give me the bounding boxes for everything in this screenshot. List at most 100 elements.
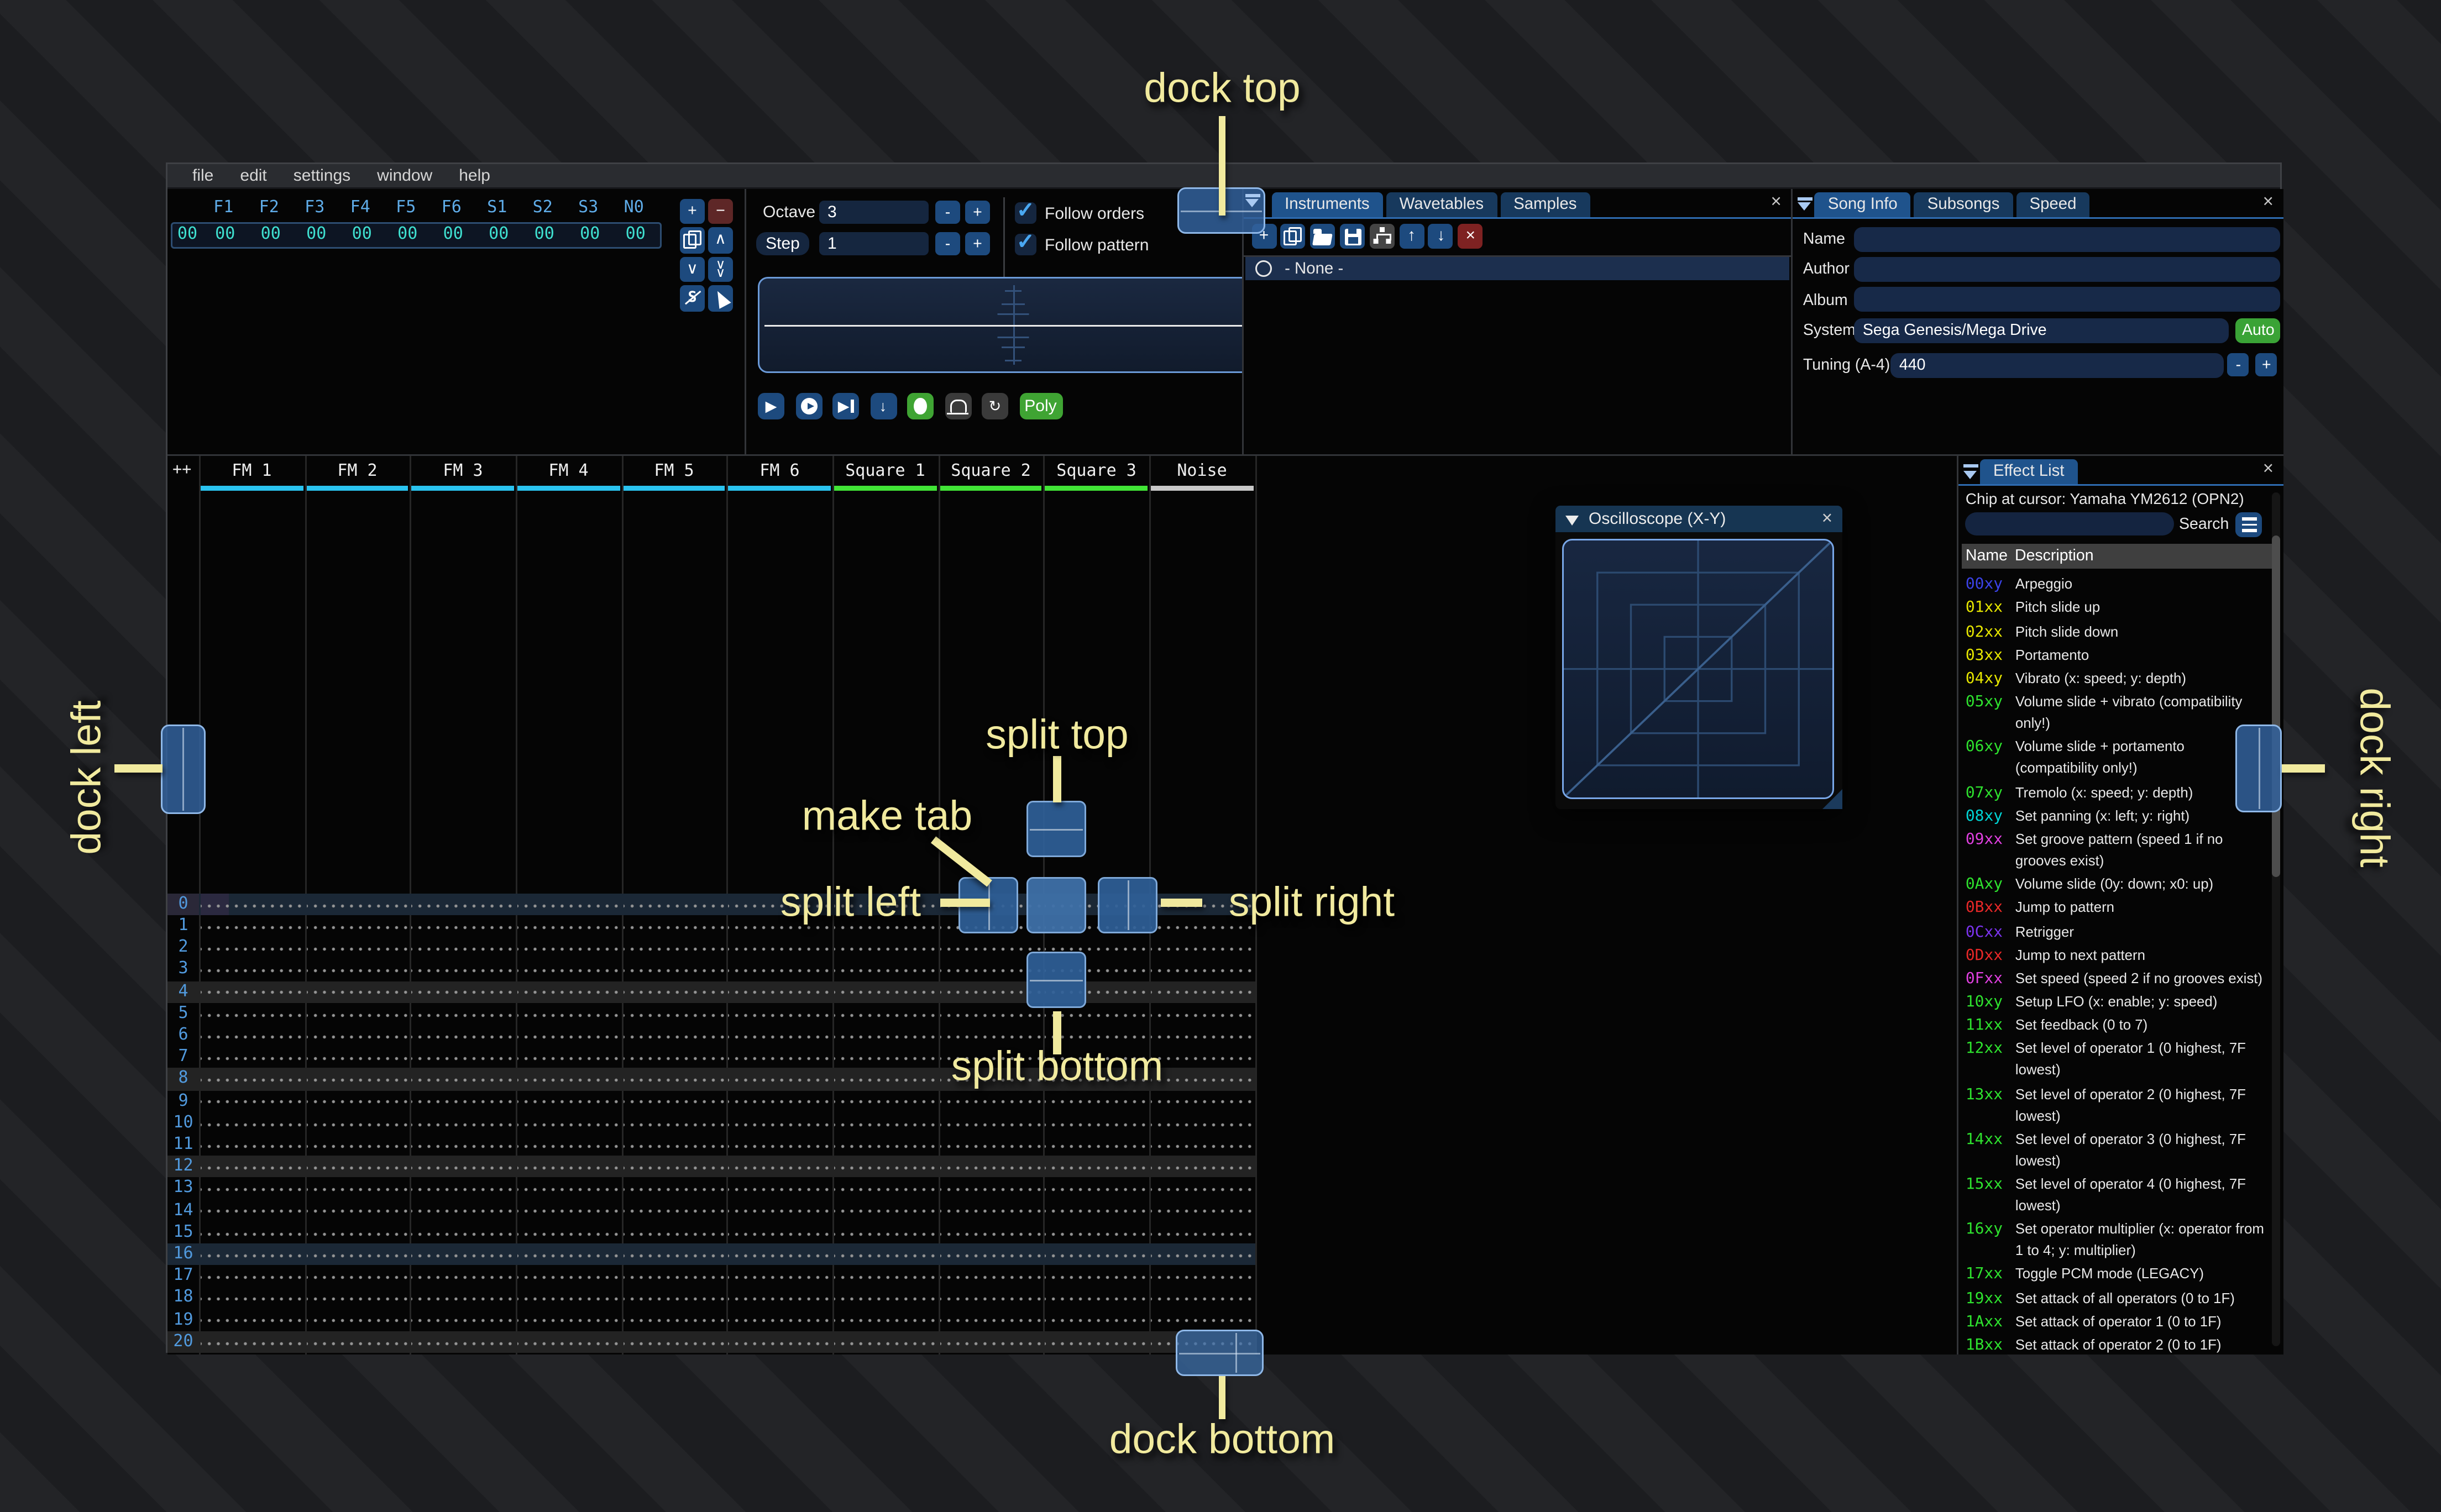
pattern-row-13[interactable]: 13 xyxy=(167,1178,1255,1200)
channel-header-square-1[interactable]: Square 1 xyxy=(832,463,938,481)
pattern-row-10[interactable]: 10 xyxy=(167,1112,1255,1134)
pattern-cell[interactable] xyxy=(411,1133,514,1156)
oscilloscope-xy-titlebar[interactable]: Oscilloscope (X-Y) × xyxy=(1555,506,1842,532)
pattern-cell[interactable] xyxy=(1045,1112,1148,1134)
make-tab-target[interactable] xyxy=(1025,877,1086,934)
pattern-cell[interactable] xyxy=(834,1090,937,1112)
stop-button[interactable] xyxy=(907,393,934,419)
pattern-cell[interactable] xyxy=(201,1156,303,1178)
tuning-input[interactable]: 440 xyxy=(1890,353,2224,378)
pattern-cell[interactable] xyxy=(834,1178,937,1200)
pattern-cell[interactable] xyxy=(623,959,725,981)
pattern-cell[interactable] xyxy=(623,1352,725,1355)
menu-settings[interactable]: settings xyxy=(280,167,364,185)
pattern-cell[interactable] xyxy=(834,1243,937,1266)
pattern-cell[interactable] xyxy=(623,1243,725,1266)
pattern-cell[interactable] xyxy=(940,1287,1043,1309)
pattern-cell[interactable] xyxy=(834,1112,937,1134)
pattern-cell[interactable] xyxy=(306,893,408,915)
menu-window[interactable]: window xyxy=(364,167,446,185)
pattern-cell[interactable] xyxy=(517,1112,620,1134)
pattern-cell[interactable] xyxy=(411,1309,514,1331)
pattern-cell[interactable] xyxy=(729,1309,831,1331)
step-one-row-button[interactable]: ↓ xyxy=(869,393,897,419)
channel-header-square-2[interactable]: Square 2 xyxy=(938,463,1044,481)
pattern-cell[interactable] xyxy=(1045,1243,1148,1266)
pattern-row-16[interactable]: 16 xyxy=(167,1243,1255,1266)
order-value[interactable]: 00 xyxy=(567,225,613,243)
pattern-cell[interactable] xyxy=(940,1352,1043,1355)
pattern-cell[interactable] xyxy=(517,1178,620,1200)
dock-right-target[interactable] xyxy=(2235,725,2282,812)
pattern-cell[interactable] xyxy=(729,937,831,959)
pattern-cell[interactable] xyxy=(1045,1156,1148,1178)
pattern-cell[interactable] xyxy=(411,1156,514,1178)
pattern-cell[interactable] xyxy=(517,1199,620,1222)
pattern-cell[interactable] xyxy=(623,1024,725,1047)
scrollbar[interactable] xyxy=(2272,492,2280,1346)
pattern-cell[interactable] xyxy=(517,1002,620,1025)
split-top-target[interactable] xyxy=(1025,801,1086,858)
pattern-cell[interactable] xyxy=(411,893,514,915)
split-bottom-target[interactable] xyxy=(1025,951,1086,1008)
pattern-cell[interactable] xyxy=(729,1287,831,1309)
pattern-cell[interactable] xyxy=(729,1243,831,1266)
pattern-cell[interactable] xyxy=(834,1309,937,1331)
follow-orders-checkbox[interactable] xyxy=(1015,197,1036,224)
pattern-cell[interactable] xyxy=(306,1221,408,1243)
pattern-cell[interactable] xyxy=(729,1156,831,1178)
pattern-cell[interactable] xyxy=(306,1352,408,1355)
pattern-options-button[interactable]: ++ xyxy=(172,461,191,480)
pattern-cell[interactable] xyxy=(1151,1133,1254,1156)
pattern-cell[interactable] xyxy=(1045,1133,1148,1156)
pattern-row-2[interactable]: 2 xyxy=(167,937,1255,959)
pattern-cell[interactable] xyxy=(306,1024,408,1047)
order-value[interactable]: 00 xyxy=(248,225,294,243)
pattern-cell[interactable] xyxy=(517,937,620,959)
pattern-cell[interactable] xyxy=(729,980,831,1003)
octave-plus-button[interactable]: + xyxy=(965,201,990,224)
pattern-cell[interactable] xyxy=(1045,1221,1148,1243)
tuning-minus-button[interactable]: - xyxy=(2227,353,2249,377)
pattern-cell[interactable] xyxy=(834,1046,937,1069)
pattern-cell[interactable] xyxy=(834,1265,937,1288)
pattern-cell[interactable] xyxy=(623,1287,725,1309)
hamburger-menu-icon[interactable] xyxy=(2235,512,2262,537)
pattern-cell[interactable] xyxy=(1151,937,1254,959)
pattern-row-9[interactable]: 9 xyxy=(167,1090,1255,1112)
pattern-cell[interactable] xyxy=(517,1265,620,1288)
pattern-cell[interactable] xyxy=(517,1352,620,1355)
pattern-cell[interactable] xyxy=(517,1046,620,1069)
pattern-cell[interactable] xyxy=(834,937,937,959)
pattern-cell[interactable] xyxy=(201,893,303,915)
pattern-cell[interactable] xyxy=(201,1199,303,1222)
pattern-cell[interactable] xyxy=(729,1112,831,1134)
pattern-cell[interactable] xyxy=(623,893,725,915)
delete-instrument-button[interactable]: × xyxy=(1458,224,1483,249)
pattern-cell[interactable] xyxy=(411,1024,514,1047)
pattern-cell[interactable] xyxy=(411,1002,514,1025)
pattern-cell[interactable] xyxy=(834,1002,937,1025)
pattern-cell[interactable] xyxy=(623,1178,725,1200)
pattern-cell[interactable] xyxy=(306,1309,408,1331)
pattern-cell[interactable] xyxy=(834,1352,937,1355)
pattern-cell[interactable] xyxy=(1045,1199,1148,1222)
pattern-cell[interactable] xyxy=(411,937,514,959)
pattern-cell[interactable] xyxy=(306,915,408,937)
pattern-cell[interactable] xyxy=(940,1090,1043,1112)
step-plus-button[interactable]: + xyxy=(965,232,990,255)
pattern-cell[interactable] xyxy=(1045,1352,1148,1355)
menu-file[interactable]: file xyxy=(179,167,227,185)
pattern-cell[interactable] xyxy=(411,1112,514,1134)
pattern-cell[interactable] xyxy=(411,1068,514,1090)
pattern-row-17[interactable]: 17 xyxy=(167,1265,1255,1288)
pattern-cell[interactable] xyxy=(411,1243,514,1266)
tab-instruments[interactable]: Instruments xyxy=(1271,191,1383,217)
pattern-cell[interactable] xyxy=(1151,1243,1254,1266)
pattern-cell[interactable] xyxy=(201,1002,303,1025)
dock-left-target[interactable] xyxy=(160,725,206,814)
order-up-button[interactable]: ∧ xyxy=(708,227,733,253)
pattern-cell[interactable] xyxy=(623,1199,725,1222)
pattern-cell[interactable] xyxy=(201,1112,303,1134)
pattern-cell[interactable] xyxy=(201,1309,303,1331)
